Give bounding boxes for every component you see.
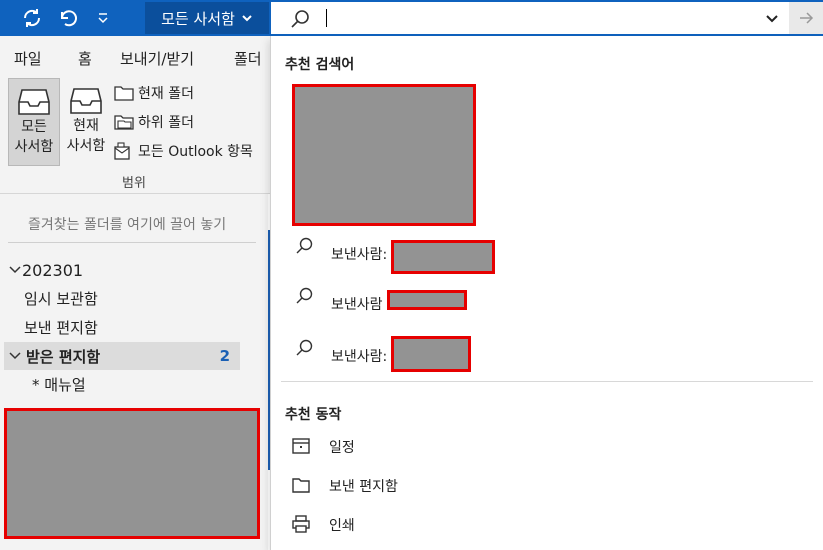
- search-icon: [296, 339, 313, 356]
- redacted-area: [292, 84, 476, 226]
- search-icon: [291, 10, 309, 28]
- all-outlook-items-label: 모든 Outlook 항목: [138, 144, 253, 160]
- redacted-area: [4, 408, 260, 539]
- all-mailboxes-line2: 사서함: [14, 139, 54, 155]
- suggested-searches-title: 추천 검색어: [285, 57, 355, 73]
- chevron-down-icon: [9, 352, 21, 360]
- suggestion-label: 보낸사람:: [331, 247, 388, 263]
- action-label: 일정: [329, 440, 355, 456]
- folder-label: 받은 편지함: [26, 347, 101, 366]
- tab-folder[interactable]: 폴더: [234, 48, 262, 69]
- action-label: 인쇄: [329, 518, 355, 534]
- search-box[interactable]: [271, 2, 823, 34]
- account-name: 202301: [22, 260, 84, 280]
- folder-icon: [114, 86, 134, 101]
- undo-icon[interactable]: [55, 6, 81, 30]
- current-mailbox-button[interactable]: 현재 사서함: [60, 78, 112, 166]
- search-scope-dropdown[interactable]: 모든 사서함: [145, 2, 269, 34]
- favorites-drop-hint: 즐겨찾는 폴더를 여기에 끌어 놓기: [28, 217, 227, 233]
- chevron-down-icon: [9, 266, 21, 274]
- folder-pane: 즐겨찾는 폴더를 여기에 끌어 놓기 202301 임시 보관함 보낸 편지함 …: [0, 194, 268, 550]
- unread-count-badge: 2: [219, 347, 230, 365]
- folder-label: 보낸 편지함: [24, 318, 98, 337]
- all-mailboxes-line1: 모든: [21, 119, 47, 135]
- search-go-button[interactable]: [789, 2, 823, 34]
- suggestion-sender[interactable]: 보낸사람: [293, 286, 813, 322]
- arrow-right-icon: [800, 12, 814, 24]
- search-input[interactable]: [326, 9, 327, 27]
- suggestion-sender[interactable]: 보낸사람:: [293, 236, 813, 274]
- folder-manual[interactable]: * 매뉴얼: [32, 370, 86, 398]
- chevron-down-icon: [242, 15, 252, 22]
- search-icon: [296, 237, 313, 254]
- current-folder-button[interactable]: 현재 폴더: [114, 82, 194, 104]
- tab-send-receive[interactable]: 보내기/받기: [120, 48, 194, 69]
- redacted-area: [391, 336, 471, 372]
- account-folder[interactable]: 202301: [8, 256, 83, 284]
- current-mailbox-line1: 현재: [73, 118, 99, 134]
- chevron-down-icon[interactable]: [765, 11, 779, 25]
- sync-icon[interactable]: [19, 6, 45, 30]
- ribbon: 파일 홈 보내기/받기 폴더 모든 사서함 현재 사서함 현재 폴더 하위 폴더…: [0, 36, 270, 207]
- redacted-area: [391, 240, 495, 274]
- folder-sent[interactable]: 보낸 편지함: [24, 313, 98, 341]
- divider: [281, 381, 813, 382]
- calendar-icon: [292, 438, 310, 454]
- folder-inbox[interactable]: 받은 편지함 2: [4, 342, 240, 370]
- folder-icon: [292, 478, 310, 493]
- all-mailboxes-button[interactable]: 모든 사서함: [8, 78, 60, 166]
- title-bar: 모든 사서함: [0, 0, 823, 36]
- search-scope-label: 모든 사서함: [161, 9, 235, 28]
- subfolders-button[interactable]: 하위 폴더: [114, 111, 194, 133]
- printer-icon: [292, 515, 310, 533]
- inbox-tray-icon: [18, 89, 50, 115]
- customize-toolbar-icon[interactable]: [90, 6, 116, 30]
- suggestion-sender[interactable]: 보낸사람:: [293, 336, 813, 374]
- subfolder-icon: [114, 115, 134, 130]
- search-icon: [296, 287, 313, 304]
- suggestion-label: 보낸사람:: [331, 349, 388, 365]
- folder-label: * 매뉴얼: [32, 375, 86, 394]
- folder-drafts[interactable]: 임시 보관함: [24, 284, 98, 312]
- tab-home[interactable]: 홈: [78, 48, 92, 69]
- subfolders-label: 하위 폴더: [138, 115, 194, 131]
- all-outlook-items-button[interactable]: 모든 Outlook 항목: [114, 140, 253, 162]
- suggested-actions-title: 추천 동작: [285, 407, 342, 423]
- action-sent-folder[interactable]: 보낸 편지함: [291, 471, 811, 501]
- action-print[interactable]: 인쇄: [291, 510, 811, 540]
- current-mailbox-line2: 사서함: [66, 138, 106, 154]
- tab-file[interactable]: 파일: [14, 48, 42, 69]
- inbox-tray-icon: [70, 88, 102, 114]
- action-label: 보낸 편지함: [329, 479, 398, 495]
- action-calendar[interactable]: 일정: [291, 432, 811, 462]
- current-folder-label: 현재 폴더: [138, 86, 194, 102]
- search-suggestions-panel: 추천 검색어 보낸사람: 보낸사람 보낸사람: 추천 동작 일정 보낸 편지함 …: [270, 36, 823, 550]
- folder-label: 임시 보관함: [24, 289, 98, 308]
- divider: [8, 242, 256, 243]
- all-items-icon: [114, 142, 130, 160]
- suggestion-label: 보낸사람: [331, 297, 383, 313]
- redacted-area: [387, 290, 467, 310]
- ribbon-group-label: 범위: [122, 176, 146, 191]
